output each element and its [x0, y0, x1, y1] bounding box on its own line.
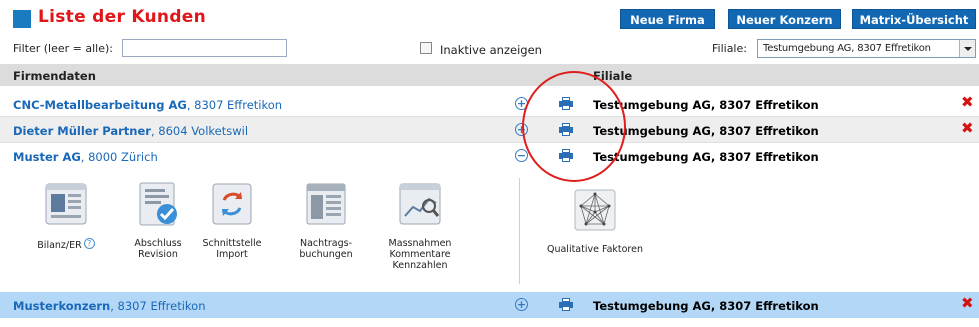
company-name[interactable]: Muster AG	[13, 150, 81, 164]
inactive-label: Inaktive anzeigen	[440, 43, 542, 57]
company-name[interactable]: Musterkonzern	[13, 299, 110, 313]
company-link[interactable]: Musterkonzern, 8307 Effretikon	[13, 299, 206, 313]
delete-icon[interactable]: ✖	[961, 94, 974, 110]
revision-check-icon	[139, 182, 177, 226]
balance-sheet-icon	[45, 183, 87, 225]
delete-icon[interactable]: ✖	[961, 120, 974, 136]
filiale-select[interactable]: Testumgebung AG, 8307 Effretikon	[757, 39, 976, 58]
tool-label: Massnahmen Kommentare Kennzahlen	[388, 238, 452, 271]
select-dropdown-button[interactable]	[959, 40, 975, 57]
printer-icon[interactable]	[559, 298, 573, 311]
collapse-icon[interactable]: −	[515, 149, 528, 162]
column-header-firmendaten: Firmendaten	[13, 69, 96, 83]
filiale-cell: Testumgebung AG, 8307 Effretikon	[593, 150, 819, 164]
tool-qualitative-faktoren[interactable]: Qualitative Faktoren	[540, 186, 650, 255]
printer-icon[interactable]	[559, 149, 573, 162]
column-header-filiale: Filiale	[593, 69, 633, 83]
company-link[interactable]: Dieter Müller Partner, 8604 Volketswil	[13, 124, 248, 138]
company-name[interactable]: CNC-Metallbearbeitung AG	[13, 98, 187, 112]
tool-massnahmen[interactable]: Massnahmen Kommentare Kennzahlen	[380, 180, 460, 271]
import-sync-icon	[212, 183, 252, 225]
company-location: , 8604 Volketswil	[150, 124, 249, 138]
tool-label: Qualitative Faktoren	[546, 244, 643, 255]
printer-icon[interactable]	[559, 97, 573, 110]
tool-bilanz-er[interactable]: Bilanz/ER?	[26, 180, 106, 251]
tool-label: Bilanz/ER	[37, 240, 82, 251]
filter-input[interactable]	[122, 39, 287, 57]
delete-icon[interactable]: ✖	[961, 295, 974, 311]
bookings-icon	[306, 183, 346, 225]
company-link[interactable]: CNC-Metallbearbeitung AG, 8307 Effretiko…	[13, 98, 282, 112]
matrix-overview-button[interactable]: Matrix-Übersicht	[852, 9, 976, 29]
filiale-select-value: Testumgebung AG, 8307 Effretikon	[763, 43, 931, 54]
tool-label: Schnittstelle Import	[202, 238, 262, 260]
new-company-button[interactable]: Neue Firma	[620, 9, 715, 29]
tool-label: Nachtrags- buchungen	[299, 238, 353, 260]
expand-icon[interactable]: +	[515, 123, 528, 136]
filter-label: Filter (leer = alle):	[13, 42, 113, 55]
filiale-cell: Testumgebung AG, 8307 Effretikon	[593, 299, 819, 313]
filiale-cell: Testumgebung AG, 8307 Effretikon	[593, 124, 819, 138]
table-row: Muster AG, 8000 Zürich − Testumgebung AG…	[0, 143, 979, 169]
company-location: , 8307 Effretikon	[110, 299, 206, 313]
filiale-label: Filiale:	[712, 42, 747, 55]
tool-schnittstelle-import[interactable]: Schnittstelle Import	[192, 180, 272, 260]
company-location: , 8307 Effretikon	[186, 98, 283, 112]
panel-divider	[519, 178, 520, 284]
tool-label: Abschluss Revision	[134, 238, 182, 260]
page-title: Liste der Kunden	[38, 7, 207, 27]
table-row-partial	[0, 318, 979, 327]
help-icon[interactable]: ?	[83, 238, 95, 249]
chevron-down-icon	[964, 47, 972, 51]
new-group-button[interactable]: Neuer Konzern	[728, 9, 841, 29]
measures-chart-icon	[399, 183, 441, 225]
network-graph-icon	[574, 189, 616, 231]
expand-icon[interactable]: +	[515, 298, 528, 311]
expanded-tools-panel: Bilanz/ER? Abschluss Revision Schnittste…	[0, 172, 979, 290]
filiale-cell: Testumgebung AG, 8307 Effretikon	[593, 98, 819, 112]
inactive-checkbox[interactable]	[420, 42, 432, 54]
company-name[interactable]: Dieter Müller Partner	[13, 124, 151, 138]
company-link[interactable]: Muster AG, 8000 Zürich	[13, 150, 158, 164]
table-row: CNC-Metallbearbeitung AG, 8307 Effretiko…	[0, 91, 979, 117]
tool-abschluss-revision[interactable]: Abschluss Revision	[118, 180, 198, 260]
expand-icon[interactable]: +	[515, 97, 528, 110]
tool-nachtragsbuchungen[interactable]: Nachtrags- buchungen	[286, 180, 366, 260]
printer-icon[interactable]	[559, 123, 573, 136]
table-header: Firmendaten Filiale	[0, 64, 979, 86]
table-row: Dieter Müller Partner, 8604 Volketswil +…	[0, 117, 979, 143]
company-location: , 8000 Zürich	[80, 150, 158, 164]
title-square-icon	[13, 10, 31, 28]
table-row: Musterkonzern, 8307 Effretikon + Testumg…	[0, 292, 979, 318]
